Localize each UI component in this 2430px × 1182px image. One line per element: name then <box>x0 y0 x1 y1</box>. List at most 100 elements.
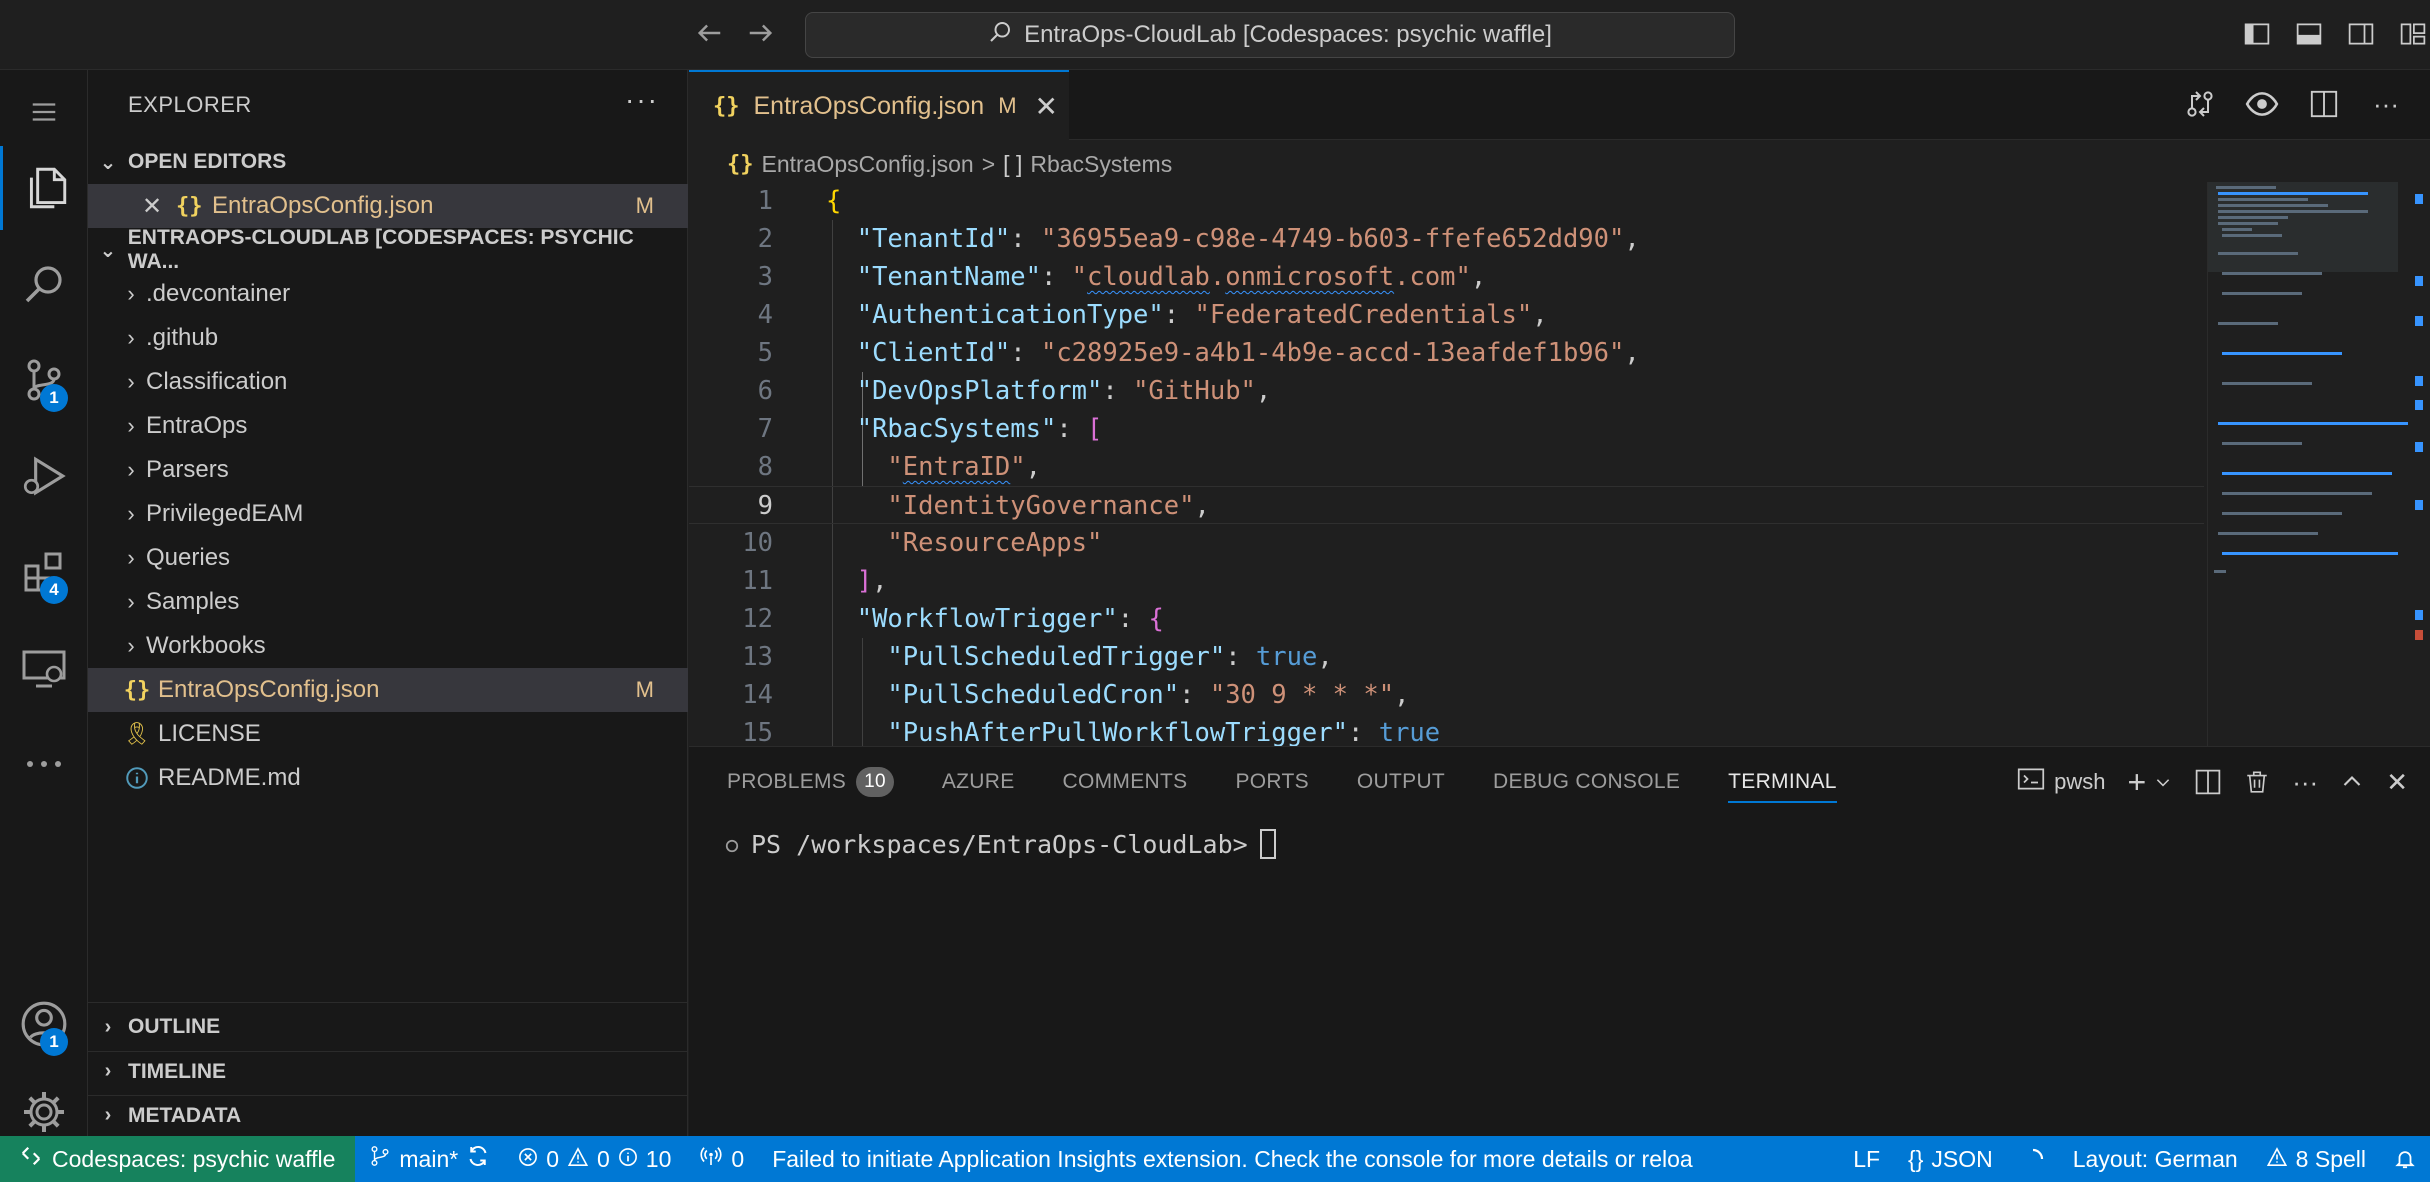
folder-item[interactable]: › Samples <box>88 580 688 624</box>
folder-item[interactable]: › PrivilegedEAM <box>88 492 688 536</box>
split-terminal-icon[interactable] <box>2194 763 2222 801</box>
tab-problems[interactable]: PROBLEMS 10 <box>727 747 894 817</box>
explorer-more-icon[interactable]: ··· <box>625 84 659 116</box>
toggle-secondary-sidebar-icon[interactable] <box>2344 16 2378 52</box>
workspace-header[interactable]: ⌄ ENTRAOPS-CLOUDLAB [CODESPACES: PSYCHIC… <box>88 226 688 273</box>
breadcrumb-separator: > <box>981 150 996 177</box>
spell-status[interactable]: 8 Spell <box>2252 1136 2380 1182</box>
explorer-sidebar: EXPLORER ··· ⌄ OPEN EDITORS ✕ {} EntraOp… <box>88 70 688 1136</box>
folder-item[interactable]: › .github <box>88 316 688 360</box>
editor-actions: ··· <box>2182 86 2404 122</box>
remote-explorer-icon[interactable] <box>0 626 88 710</box>
open-editor-item[interactable]: ✕ {} EntraOpsConfig.json M <box>88 184 688 228</box>
tab-azure[interactable]: AZURE <box>942 747 1015 817</box>
close-icon[interactable]: ✕ <box>2386 763 2408 801</box>
code-line: 6 "DevOpsPlatform": "GitHub", <box>757 376 1272 406</box>
timeline-header[interactable]: › TIMELINE <box>88 1051 688 1091</box>
folder-item[interactable]: › .devcontainer <box>88 272 688 316</box>
open-editors-header[interactable]: ⌄ OPEN EDITORS <box>88 142 688 182</box>
breadcrumb-file[interactable]: EntraOpsConfig.json <box>762 151 974 178</box>
files-icon[interactable] <box>0 146 88 230</box>
code-editor[interactable]: 1{ 2 "TenantId": "36955ea9-c98e-4749-b60… <box>689 182 2204 746</box>
tab-ports[interactable]: PORTS <box>1235 747 1308 817</box>
chevron-right-icon: › <box>104 1060 112 1082</box>
json-file-icon: {} <box>123 677 151 703</box>
chevron-down-icon: ⌄ <box>99 239 117 262</box>
file-item-readme[interactable]: README.md <box>88 756 688 800</box>
error-icon <box>518 1146 538 1173</box>
keyboard-layout-status[interactable]: Layout: German <box>2059 1136 2252 1182</box>
terminal-icon <box>2016 765 2046 799</box>
source-control-icon[interactable]: 1 <box>0 338 88 422</box>
folder-item[interactable]: › Classification <box>88 360 688 404</box>
code-line: 10 "ResourceApps" <box>742 528 1103 558</box>
layout-controls <box>2240 16 2430 52</box>
customize-layout-icon[interactable] <box>2396 16 2430 52</box>
folder-item[interactable]: › Workbooks <box>88 624 688 668</box>
tab-output[interactable]: OUTPUT <box>1357 747 1445 817</box>
maximize-panel-icon[interactable] <box>2340 763 2364 801</box>
breadcrumb-symbol[interactable]: RbacSystems <box>1030 151 1172 178</box>
preview-eye-icon[interactable] <box>2244 86 2280 122</box>
compare-changes-icon[interactable] <box>2182 86 2218 122</box>
eol-status[interactable]: LF <box>1839 1136 1894 1182</box>
chevron-right-icon: › <box>127 545 135 570</box>
warning-icon <box>567 1146 589 1173</box>
code-line: 14 "PullScheduledCron": "30 9 * * *", <box>742 680 1410 710</box>
close-icon[interactable]: ✕ <box>142 192 176 221</box>
extensions-icon[interactable]: 4 <box>0 530 88 614</box>
new-terminal-icon[interactable]: + <box>2128 763 2147 801</box>
code-line: 12 "WorkflowTrigger": { <box>742 604 1164 634</box>
branch-status[interactable]: main* <box>355 1136 504 1182</box>
status-right-group: LF {} JSON Layout: German 8 Spell <box>1839 1136 2430 1182</box>
metadata-header[interactable]: › METADATA <box>88 1095 688 1135</box>
file-item-license[interactable]: 🎗 LICENSE <box>88 712 688 756</box>
outline-header[interactable]: › OUTLINE <box>88 1007 688 1047</box>
code-line: 15 "PushAfterPullWorkflowTrigger": true <box>742 718 1441 746</box>
close-icon[interactable]: ✕ <box>1035 90 1058 123</box>
folder-item[interactable]: › Queries <box>88 536 688 580</box>
more-actions-icon[interactable]: ··· <box>2368 86 2404 122</box>
ellipsis-icon[interactable] <box>0 722 88 806</box>
folder-item[interactable]: › Parsers <box>88 448 688 492</box>
hamburger-icon[interactable] <box>0 70 88 154</box>
chevron-right-icon: › <box>127 369 135 394</box>
search-icon[interactable] <box>0 242 88 326</box>
git-branch-icon <box>369 1145 391 1173</box>
run-debug-icon[interactable] <box>0 434 88 518</box>
remote-indicator[interactable]: Codespaces: psychic waffle <box>0 1136 356 1182</box>
minimap[interactable] <box>2207 182 2408 746</box>
minimap-slider[interactable] <box>2208 182 2398 272</box>
ports-status[interactable]: 0 <box>685 1136 758 1182</box>
status-message[interactable]: Failed to initiate Application Insights … <box>758 1136 1707 1182</box>
account-icon[interactable]: 1 <box>0 982 88 1066</box>
arrow-left-icon[interactable] <box>692 18 726 52</box>
problems-status[interactable]: 0 0 10 <box>504 1136 685 1182</box>
tab-debug-console[interactable]: DEBUG CONSOLE <box>1493 747 1680 817</box>
chevron-right-icon: › <box>127 457 135 482</box>
extensions-badge: 4 <box>40 576 68 604</box>
accounts-badge: 1 <box>40 1028 68 1056</box>
tab-terminal[interactable]: TERMINAL <box>1728 747 1837 817</box>
split-editor-icon[interactable] <box>2306 86 2342 122</box>
chevron-down-icon[interactable] <box>2154 763 2172 801</box>
trash-icon[interactable] <box>2244 763 2270 801</box>
sync-icon[interactable] <box>466 1144 490 1174</box>
terminal[interactable]: PS /workspaces/EntraOps-CloudLab> <box>689 821 2430 1131</box>
editor-area: {} EntraOpsConfig.json M ✕ ··· {} EntraO… <box>689 70 2430 746</box>
folder-item[interactable]: › EntraOps <box>88 404 688 448</box>
editor-tab[interactable]: {} EntraOpsConfig.json M ✕ <box>689 70 1069 140</box>
editor-tab-bar: {} EntraOpsConfig.json M ✕ ··· <box>689 70 2430 140</box>
tab-comments[interactable]: COMMENTS <box>1063 747 1188 817</box>
file-item-entraopsconfig[interactable]: {} EntraOpsConfig.json M <box>88 668 688 712</box>
toggle-primary-sidebar-icon[interactable] <box>2240 16 2274 52</box>
bell-icon[interactable] <box>2380 1136 2430 1182</box>
language-status[interactable]: {} JSON <box>1894 1136 2007 1182</box>
command-center-search[interactable]: EntraOps-CloudLab [Codespaces: psychic w… <box>805 12 1735 58</box>
array-symbol-icon: [ ] <box>1003 150 1023 177</box>
toggle-panel-icon[interactable] <box>2292 16 2326 52</box>
explorer-title: EXPLORER <box>128 92 252 117</box>
ellipsis-icon[interactable]: ··· <box>2292 763 2318 801</box>
terminal-profile-button[interactable]: pwsh <box>2016 763 2106 801</box>
arrow-right-icon[interactable] <box>744 18 778 52</box>
